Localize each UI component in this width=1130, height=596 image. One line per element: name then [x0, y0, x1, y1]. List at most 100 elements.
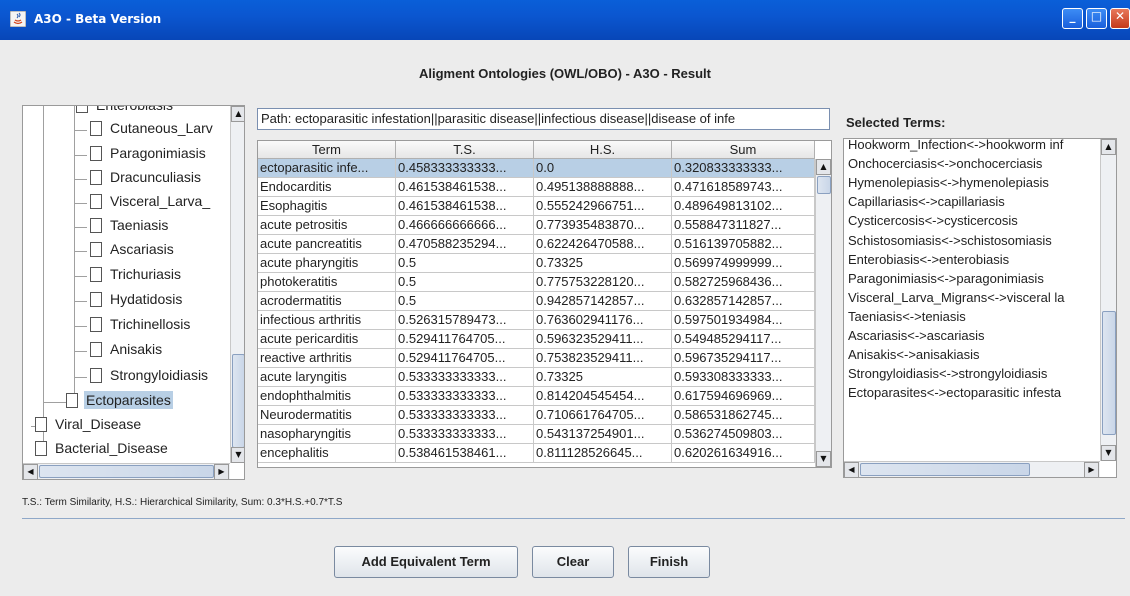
table-cell[interactable]: 0.617594696969...	[672, 387, 815, 406]
table-cell[interactable]: 0.5	[396, 254, 534, 273]
results-table[interactable]: Term T.S. H.S. Sum ectoparasitic infe...…	[257, 140, 832, 468]
column-header-term[interactable]: Term	[258, 141, 396, 159]
tree-item[interactable]: Taeniasis	[90, 217, 170, 239]
table-cell[interactable]: 0.569974999999...	[672, 254, 815, 273]
table-cell[interactable]: 0.0	[534, 159, 672, 178]
scroll-right-icon[interactable]: ▶	[1084, 462, 1099, 477]
column-header-sum[interactable]: Sum	[672, 141, 815, 159]
table-cell[interactable]: 0.538461538461...	[396, 444, 534, 463]
scroll-thumb[interactable]	[1102, 311, 1116, 435]
table-cell[interactable]: 0.763602941176...	[534, 311, 672, 330]
maximize-button[interactable]: □	[1086, 8, 1107, 29]
scroll-up-icon[interactable]: ▲	[1101, 139, 1116, 155]
list-item[interactable]: Hookworm_Infection<->hookworm inf	[848, 139, 1098, 154]
list-item[interactable]: Paragonimiasis<->paragonimiasis	[848, 269, 1098, 288]
tree-item[interactable]: Trichuriasis	[90, 266, 183, 288]
table-cell[interactable]: acute pericarditis	[258, 330, 396, 349]
table-cell[interactable]: 0.558847311827...	[672, 216, 815, 235]
table-cell[interactable]: 0.73325	[534, 368, 672, 387]
scroll-left-icon[interactable]: ◀	[23, 464, 38, 479]
scroll-left-icon[interactable]: ◀	[844, 462, 859, 477]
scroll-up-icon[interactable]: ▲	[816, 159, 831, 175]
table-cell[interactable]: 0.632857142857...	[672, 292, 815, 311]
table-cell[interactable]: 0.582725968436...	[672, 273, 815, 292]
table-cell[interactable]: acute pharyngitis	[258, 254, 396, 273]
ontology-tree[interactable]: Enterobiasis Cutaneous_Larv Paragonimias…	[22, 105, 245, 480]
table-cell[interactable]: 0.461538461538...	[396, 197, 534, 216]
table-cell[interactable]: acute laryngitis	[258, 368, 396, 387]
tree-item[interactable]: Cutaneous_Larv	[90, 120, 215, 142]
list-item[interactable]: Ascariasis<->ascariasis	[848, 326, 1098, 345]
table-cell[interactable]: 0.773935483870...	[534, 216, 672, 235]
list-item[interactable]: Hymenolepiasis<->hymenolepiasis	[848, 173, 1098, 192]
table-cell[interactable]: 0.620261634916...	[672, 444, 815, 463]
list-item[interactable]: Schistosomiasis<->schistosomiasis	[848, 231, 1098, 250]
path-field[interactable]: Path: ectoparasitic infestation||parasit…	[257, 108, 830, 130]
table-vertical-scrollbar[interactable]: ▲ ▼	[815, 159, 831, 467]
table-cell[interactable]: acute pancreatitis	[258, 235, 396, 254]
terms-vertical-scrollbar[interactable]: ▲ ▼	[1100, 139, 1116, 461]
scroll-down-icon[interactable]: ▼	[816, 451, 831, 467]
table-cell[interactable]: 0.596323529411...	[534, 330, 672, 349]
terms-horizontal-scrollbar[interactable]: ◀ ▶	[844, 461, 1100, 477]
table-cell[interactable]: 0.489649813102...	[672, 197, 815, 216]
table-cell[interactable]: 0.811128526645...	[534, 444, 672, 463]
list-item[interactable]: Taeniasis<->teniasis	[848, 307, 1098, 326]
table-cell[interactable]: 0.466666666666...	[396, 216, 534, 235]
scroll-thumb[interactable]	[817, 176, 831, 194]
tree-item[interactable]: Hydatidosis	[90, 291, 184, 313]
table-cell[interactable]: 0.461538461538...	[396, 178, 534, 197]
table-cell[interactable]: ectoparasitic infe...	[258, 159, 396, 178]
column-header-ts[interactable]: T.S.	[396, 141, 534, 159]
table-cell[interactable]: 0.533333333333...	[396, 387, 534, 406]
tree-vertical-scrollbar[interactable]: ▲ ▼	[230, 106, 244, 463]
table-cell[interactable]: 0.470588235294...	[396, 235, 534, 254]
list-item[interactable]: Anisakis<->anisakiasis	[848, 345, 1098, 364]
column-header-hs[interactable]: H.S.	[534, 141, 672, 159]
table-cell[interactable]: 0.471618589743...	[672, 178, 815, 197]
scroll-thumb[interactable]	[860, 463, 1030, 476]
scroll-thumb[interactable]	[39, 465, 214, 478]
table-cell[interactable]: acute petrositis	[258, 216, 396, 235]
table-cell[interactable]: 0.555242966751...	[534, 197, 672, 216]
tree-item[interactable]: Paragonimiasis	[90, 145, 208, 167]
list-item[interactable]: Ectoparasites<->ectoparasitic infesta	[848, 383, 1098, 402]
table-cell[interactable]: Neurodermatitis	[258, 406, 396, 425]
selected-terms-list[interactable]: Hookworm_Infection<->hookworm inf Onchoce…	[843, 138, 1117, 478]
table-cell[interactable]: 0.73325	[534, 254, 672, 273]
window-titlebar[interactable]: A3O - Beta Version _ □ ✕	[0, 0, 1130, 40]
table-cell[interactable]: photokeratitis	[258, 273, 396, 292]
tree-item[interactable]: Dracunculiasis	[90, 169, 203, 191]
table-cell[interactable]: nasopharyngitis	[258, 425, 396, 444]
table-cell[interactable]: 0.536274509803...	[672, 425, 815, 444]
table-cell[interactable]: 0.516139705882...	[672, 235, 815, 254]
tree-item[interactable]: Strongyloidiasis	[90, 367, 210, 389]
table-cell[interactable]: 0.597501934984...	[672, 311, 815, 330]
table-cell[interactable]: 0.529411764705...	[396, 330, 534, 349]
table-cell[interactable]: 0.533333333333...	[396, 368, 534, 387]
list-item[interactable]: Cysticercosis<->cysticercosis	[848, 211, 1098, 230]
list-item[interactable]: Strongyloidiasis<->strongyloidiasis	[848, 364, 1098, 383]
table-cell[interactable]: 0.814204545454...	[534, 387, 672, 406]
table-cell[interactable]: 0.5	[396, 273, 534, 292]
tree-item[interactable]: Anisakis	[90, 341, 164, 363]
list-item[interactable]: Capillariasis<->capillariasis	[848, 192, 1098, 211]
table-cell[interactable]: 0.586531862745...	[672, 406, 815, 425]
list-item[interactable]: Enterobiasis<->enterobiasis	[848, 250, 1098, 269]
table-cell[interactable]: Esophagitis	[258, 197, 396, 216]
scroll-down-icon[interactable]: ▼	[231, 447, 244, 463]
table-cell[interactable]: 0.710661764705...	[534, 406, 672, 425]
tree-item[interactable]: Visceral_Larva_	[90, 193, 212, 215]
finish-button[interactable]: Finish	[628, 546, 710, 578]
table-cell[interactable]: 0.533333333333...	[396, 425, 534, 444]
tree-item[interactable]: Ascariasis	[90, 241, 176, 263]
table-cell[interactable]: 0.529411764705...	[396, 349, 534, 368]
list-item[interactable]: Onchocerciasis<->onchocerciasis	[848, 154, 1098, 173]
scroll-right-icon[interactable]: ▶	[214, 464, 229, 479]
table-cell[interactable]: endophthalmitis	[258, 387, 396, 406]
table-cell[interactable]: 0.942857142857...	[534, 292, 672, 311]
table-cell[interactable]: 0.753823529411...	[534, 349, 672, 368]
close-button[interactable]: ✕	[1110, 8, 1130, 29]
minimize-button[interactable]: _	[1062, 8, 1083, 29]
clear-button[interactable]: Clear	[532, 546, 614, 578]
